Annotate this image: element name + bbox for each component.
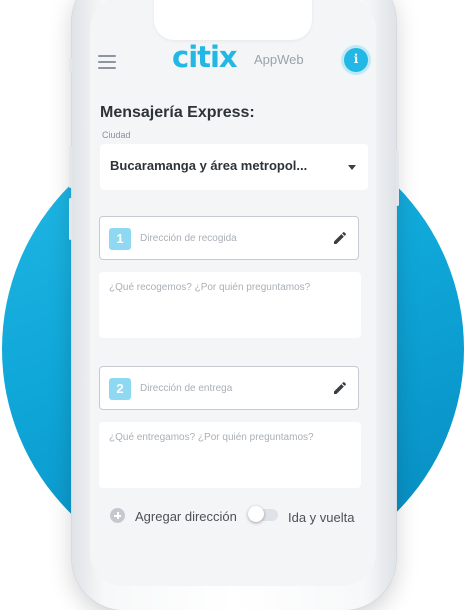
chevron-down-icon xyxy=(348,165,356,170)
citix-logo: citix xyxy=(172,40,238,74)
delivery-address-field[interactable]: 2 Dirección de entrega xyxy=(99,366,359,410)
city-label: Ciudad xyxy=(102,130,131,140)
phone-notch xyxy=(154,0,312,40)
phone-screen: citix AppWeb Mensajería Express: Ciudad … xyxy=(90,0,376,586)
pickup-address-field[interactable]: 1 Dirección de recogida xyxy=(99,216,359,260)
phone-volume-down-button xyxy=(69,198,72,240)
delivery-address-placeholder: Dirección de entrega xyxy=(140,383,233,394)
info-icon[interactable] xyxy=(344,48,368,72)
delivery-notes-placeholder: ¿Qué entregamos? ¿Por quién preguntamos? xyxy=(109,432,314,443)
page-title: Mensajería Express: xyxy=(100,104,255,121)
pencil-icon[interactable] xyxy=(332,230,348,246)
city-select[interactable]: Bucaramanga y área metropol... xyxy=(100,144,368,190)
pickup-address-placeholder: Dirección de recogida xyxy=(140,233,237,244)
phone-volume-up-button xyxy=(69,146,72,188)
toggle-knob xyxy=(248,506,264,522)
phone-side-button xyxy=(69,58,72,72)
hamburger-icon[interactable] xyxy=(98,55,116,69)
app-header: citix AppWeb xyxy=(90,40,376,84)
city-select-value: Bucaramanga y área metropol... xyxy=(110,158,308,173)
pickup-notes-field[interactable]: ¿Qué recogemos? ¿Por quién preguntamos? xyxy=(99,272,361,338)
delivery-notes-field[interactable]: ¿Qué entregamos? ¿Por quién preguntamos? xyxy=(99,422,361,488)
phone-power-button xyxy=(396,150,399,206)
round-trip-toggle[interactable] xyxy=(248,506,278,522)
stop-number-badge: 2 xyxy=(109,378,131,400)
pickup-notes-placeholder: ¿Qué recogemos? ¿Por quién preguntamos? xyxy=(109,282,311,293)
pencil-icon[interactable] xyxy=(332,380,348,396)
stop-number-badge: 1 xyxy=(109,228,131,250)
plus-circle-icon xyxy=(110,508,125,523)
add-address-label: Agregar dirección xyxy=(135,509,237,524)
app-subtitle: AppWeb xyxy=(254,52,304,67)
round-trip-label: Ida y vuelta xyxy=(288,510,355,525)
